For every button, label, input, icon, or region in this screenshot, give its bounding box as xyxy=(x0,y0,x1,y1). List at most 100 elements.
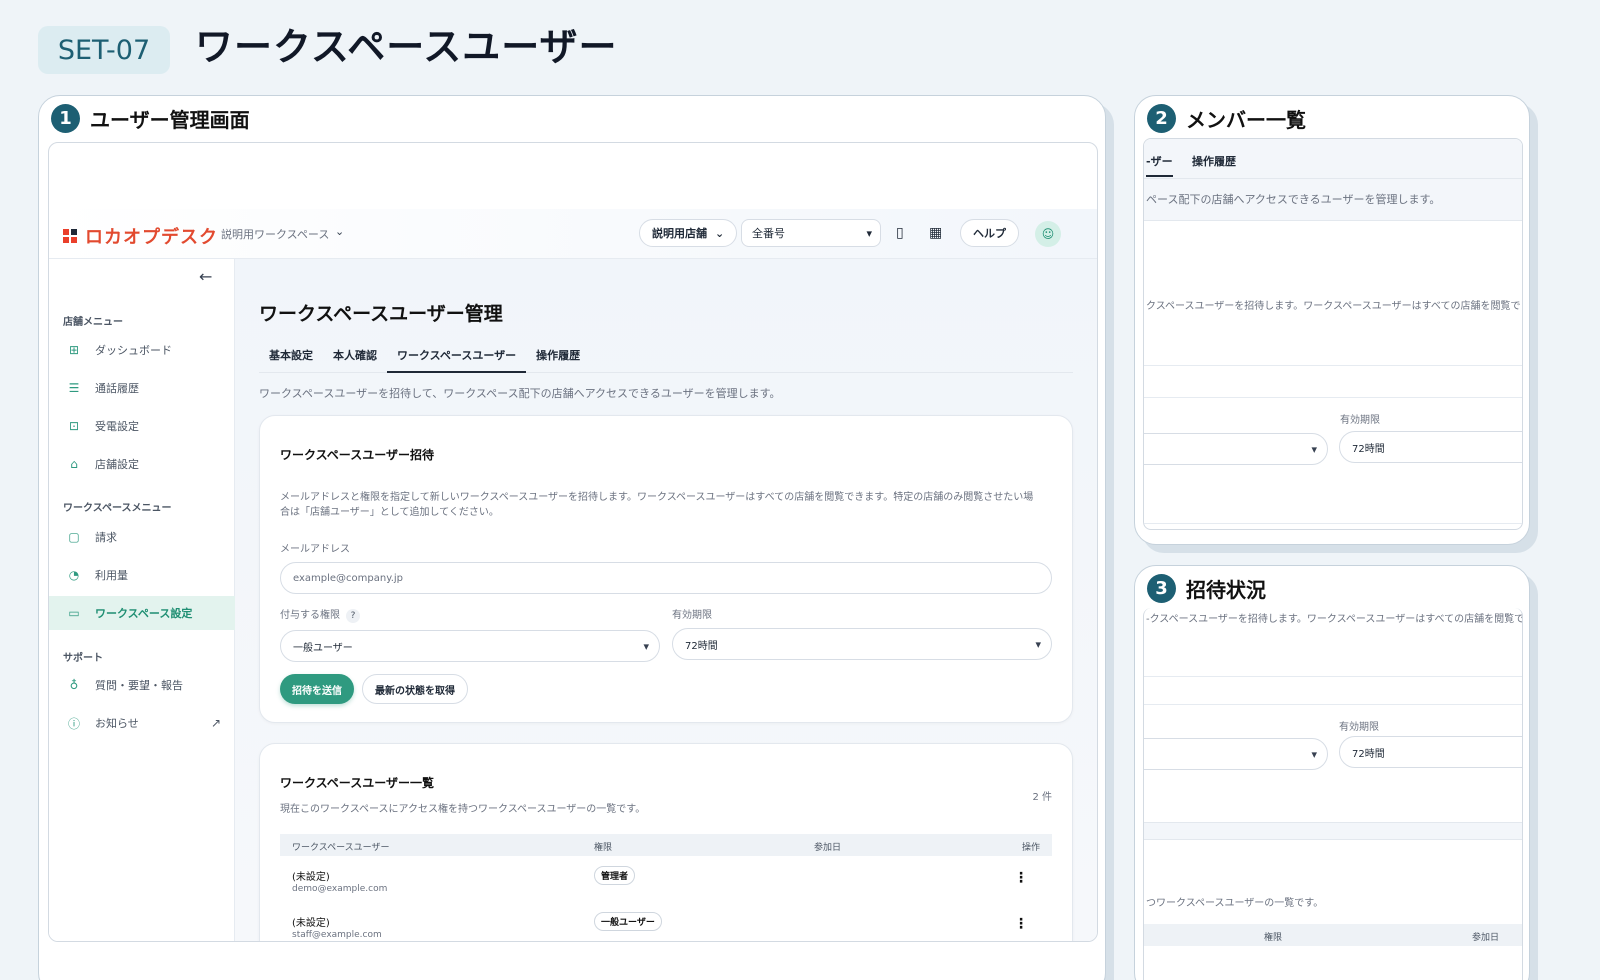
tab-operation-history[interactable]: 操作履歴 xyxy=(526,339,590,373)
sidebar-item-label: ワークスペース設定 xyxy=(95,607,193,620)
expiry-label: 有効期限 xyxy=(1340,415,1380,426)
panel-header: 1 ユーザー管理画面 xyxy=(51,104,250,133)
col-role: 権限 xyxy=(1264,933,1283,943)
tab-bar: 基本設定 本人確認 ワークスペースユーザー 操作履歴 xyxy=(259,339,1073,373)
caret-down-icon: ▾ xyxy=(643,639,649,653)
number-select[interactable]: 全番号 ▾ xyxy=(741,219,881,247)
expiry-select[interactable]: 72時間 ▾ xyxy=(672,628,1052,660)
divider xyxy=(1144,676,1522,677)
tab-basic-settings[interactable]: 基本設定 xyxy=(259,339,323,373)
sidebar-section-workspace: ワークスペースメニュー xyxy=(63,503,172,514)
expiry-select-value: 72時間 xyxy=(1352,443,1385,455)
role-label: 付与する権限? xyxy=(280,606,360,623)
document-icon: ▢ xyxy=(68,530,80,544)
main-content: ワークスペースユーザー管理 基本設定 本人確認 ワークスペースユーザー 操作履歴… xyxy=(235,259,1097,941)
info-icon: ⓘ xyxy=(67,716,80,731)
crop-description: ペース配下の店舗へアクセスできるユーザーを管理します。 xyxy=(1146,193,1441,206)
lightbulb-icon: ♁ xyxy=(69,678,79,692)
panel-number: 1 xyxy=(51,104,80,133)
crop-gap xyxy=(1144,822,1522,840)
email-placeholder: example@company.jp xyxy=(293,572,404,584)
user-email: staff@example.com xyxy=(292,930,382,940)
sidebar-item-dashboard[interactable]: ⊞ ダッシュボード xyxy=(49,333,235,367)
sidebar-item-store-settings[interactable]: ⌂ 店舗設定 xyxy=(49,447,235,481)
expiry-select[interactable]: 72時間 xyxy=(1339,736,1522,768)
collapse-sidebar-icon[interactable]: ← xyxy=(199,267,212,286)
sidebar-item-call-history[interactable]: ☰ 通話履歴 xyxy=(49,371,235,405)
refresh-status-label: 最新の状態を取得 xyxy=(375,685,455,697)
workspace-name[interactable]: 説明用ワークスペース xyxy=(221,226,329,242)
sidebar-item-label: 質問・要望・報告 xyxy=(95,679,183,692)
number-select-label: 全番号 xyxy=(752,227,785,240)
user-name: (未設定) xyxy=(292,872,330,883)
user-email: demo@example.com xyxy=(292,884,388,894)
col-user: ワークスペースユーザー xyxy=(292,843,390,853)
caret-down-icon: ▾ xyxy=(1311,747,1317,761)
sidebar-item-label: お知らせ xyxy=(95,717,139,730)
expiry-select[interactable]: 72時間 xyxy=(1339,431,1522,463)
invite-description-line: 合は「店舗ユーザー」として追加してください。 xyxy=(280,507,499,518)
list-icon: ☰ xyxy=(68,381,80,395)
sidebar-item-label: ダッシュボード xyxy=(95,344,172,357)
more-options-icon[interactable]: ⋮ xyxy=(1014,870,1028,886)
tab-operation-history[interactable]: 操作履歴 xyxy=(1192,153,1236,169)
help-icon[interactable]: ? xyxy=(346,609,360,623)
content-title: ワークスペースユーザー管理 xyxy=(259,303,503,325)
store-select[interactable]: 説明用店舗 ⌄ xyxy=(639,219,738,247)
chevron-down-icon[interactable]: ⌄ xyxy=(335,225,344,238)
sidebar-item-news[interactable]: ⓘ お知らせ ↗ xyxy=(49,706,235,740)
panel-label: 招待状況 xyxy=(1186,578,1266,602)
robot-icon: ⊡ xyxy=(68,419,80,433)
panel-number: 2 xyxy=(1147,104,1176,133)
sidebar-item-receive-settings[interactable]: ⊡ 受電設定 xyxy=(49,409,235,443)
refresh-status-button[interactable]: 最新の状態を取得 xyxy=(362,674,468,704)
email-field[interactable]: example@company.jp xyxy=(280,562,1052,594)
crop-tab-bar: -ザー 操作履歴 xyxy=(1144,139,1522,179)
app-topbar: ロカオプデスク 説明用ワークスペース ⌄ 説明用店舗 ⌄ 全番号 ▾ ▯ ▦ ヘ… xyxy=(49,209,1097,259)
send-invite-label: 招待を送信 xyxy=(292,685,342,697)
send-invite-button[interactable]: 招待を送信 xyxy=(280,674,354,704)
sidebar-item-usage[interactable]: ◔ 利用量 xyxy=(49,558,235,592)
crop-desc-area: ペース配下の店舗へアクセスできるユーザーを管理します。 xyxy=(1144,179,1522,221)
invite-description-line: メールアドレスと権限を指定して新しいワークスペースユーザーを招待します。ワークス… xyxy=(280,492,1034,503)
role-select-value: 一般ユーザー xyxy=(293,642,353,654)
sidebar-item-label: 通話履歴 xyxy=(95,382,139,395)
col-joined: 参加日 xyxy=(1472,933,1500,943)
more-options-icon[interactable]: ⋮ xyxy=(1014,916,1028,932)
qr-code-icon[interactable]: ▦ xyxy=(929,225,942,241)
grid-icon: ⊞ xyxy=(68,343,80,357)
user-count: 2 件 xyxy=(1032,792,1052,803)
role-select[interactable]: 一般ユーザー ▾ xyxy=(280,630,660,662)
tab-workspace-users[interactable]: ワークスペースユーザー xyxy=(387,339,527,373)
divider xyxy=(1144,523,1522,524)
sidebar-section-store: 店舗メニュー xyxy=(63,317,123,328)
tab-workspace-users[interactable]: -ザー xyxy=(1146,153,1173,177)
page-title: ワークスペースユーザー xyxy=(195,25,618,69)
help-button[interactable]: ヘルプ xyxy=(960,219,1019,247)
invite-description: メールアドレスと権限を指定して新しいワークスペースユーザーを招待します。ワークス… xyxy=(280,490,1052,520)
sidebar-item-feedback[interactable]: ♁ 質問・要望・報告 xyxy=(49,668,235,702)
tab-identity-verification[interactable]: 本人確認 xyxy=(323,339,387,373)
user-avatar-icon[interactable]: ☺ xyxy=(1035,221,1061,247)
user-name: (未設定) xyxy=(292,918,330,929)
role-select[interactable]: ▾ xyxy=(1144,433,1328,465)
sidebar-section-support: サポート xyxy=(63,653,103,664)
email-label: メールアドレス xyxy=(280,544,350,555)
role-select[interactable]: ▾ xyxy=(1144,738,1328,770)
panel-member-list: 2 メンバー一覧 -ザー 操作履歴 ペース配下の店舗へアクセスできるユーザーを管… xyxy=(1134,95,1530,545)
logo-mark-icon xyxy=(63,229,77,243)
sidebar-item-label: 店舗設定 xyxy=(95,458,139,471)
user-list-description: 現在このワークスペースにアクセス権を持つワークスペースユーザーの一覧です。 xyxy=(280,804,646,815)
help-button-label: ヘルプ xyxy=(973,227,1006,240)
clipboard-icon[interactable]: ▯ xyxy=(896,225,904,241)
sidebar-item-workspace-settings[interactable]: ▭ ワークスペース設定 xyxy=(49,596,235,630)
panel-label: ユーザー管理画面 xyxy=(90,108,250,132)
app-logo[interactable]: ロカオプデスク xyxy=(63,223,218,249)
expiry-select-value: 72時間 xyxy=(1352,748,1385,760)
crop-table-header: 権限 参加日 xyxy=(1144,924,1522,946)
sidebar-item-billing[interactable]: ▢ 請求 xyxy=(49,520,235,554)
panel-number: 3 xyxy=(1147,574,1176,603)
app-screenshot: ロカオプデスク 説明用ワークスペース ⌄ 説明用店舗 ⌄ 全番号 ▾ ▯ ▦ ヘ… xyxy=(48,142,1098,942)
store-select-label: 説明用店舗 xyxy=(652,227,707,240)
col-actions: 操作 xyxy=(1021,843,1040,853)
